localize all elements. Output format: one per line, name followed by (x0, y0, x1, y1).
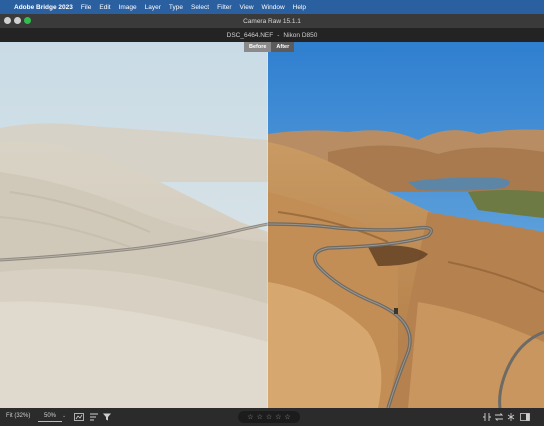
app-name-menu[interactable]: Adobe Bridge 2023 (14, 4, 73, 11)
menu-view[interactable]: View (240, 4, 254, 11)
panel-toggle-icon[interactable] (520, 412, 530, 422)
maximize-window-button[interactable] (24, 17, 31, 24)
after-tab[interactable]: After (271, 42, 295, 52)
file-info-bar: DSC_6464.NEF - Nikon D850 (0, 28, 544, 42)
menu-edit[interactable]: Edit (99, 4, 110, 11)
star-1[interactable]: ☆ (247, 413, 253, 421)
swap-icon[interactable] (494, 412, 504, 422)
window-title-bar: Camera Raw 15.1.1 (0, 14, 544, 28)
menu-file[interactable]: File (81, 4, 91, 11)
menu-help[interactable]: Help (293, 4, 306, 11)
menu-type[interactable]: Type (169, 4, 183, 11)
camera-model: Nikon D850 (283, 31, 318, 39)
minimize-window-button[interactable] (14, 17, 21, 24)
star-3[interactable]: ☆ (266, 413, 272, 421)
filter-icon[interactable] (102, 412, 112, 422)
fit-zoom-label[interactable]: Fit (32%) (6, 413, 30, 419)
before-after-divider[interactable] (267, 42, 268, 408)
menu-layer[interactable]: Layer (145, 4, 161, 11)
image-preview[interactable]: Before After (0, 42, 544, 408)
before-tab[interactable]: Before (244, 42, 272, 52)
before-image (0, 42, 268, 408)
window-controls (4, 17, 31, 24)
menu-bar: Adobe Bridge 2023 File Edit Image Layer … (0, 0, 544, 14)
before-after-toggle: Before After (244, 42, 295, 52)
menu-window[interactable]: Window (262, 4, 285, 11)
menu-image[interactable]: Image (119, 4, 137, 11)
chevron-down-icon[interactable]: ⌄ (62, 413, 66, 419)
file-name: DSC_6464.NEF (226, 31, 274, 39)
close-window-button[interactable] (4, 17, 11, 24)
menu-filter[interactable]: Filter (217, 4, 231, 11)
star-2[interactable]: ☆ (257, 413, 263, 421)
bottom-toolbar: Fit (32%) 50% ⌄ ☆ ☆ ☆ ☆ ☆ (0, 408, 544, 426)
histogram-icon[interactable] (74, 412, 84, 422)
star-5[interactable]: ☆ (284, 413, 290, 421)
star-rating[interactable]: ☆ ☆ ☆ ☆ ☆ (238, 411, 300, 423)
compare-view-icon[interactable] (482, 412, 492, 422)
sort-icon[interactable] (89, 412, 99, 422)
copy-settings-icon[interactable] (506, 412, 516, 422)
after-image (268, 42, 544, 408)
menu-select[interactable]: Select (191, 4, 209, 11)
file-info-separator: - (277, 31, 280, 39)
zoom-level-field[interactable]: 50% (38, 412, 62, 422)
window-title: Camera Raw 15.1.1 (243, 17, 301, 25)
star-4[interactable]: ☆ (275, 413, 281, 421)
